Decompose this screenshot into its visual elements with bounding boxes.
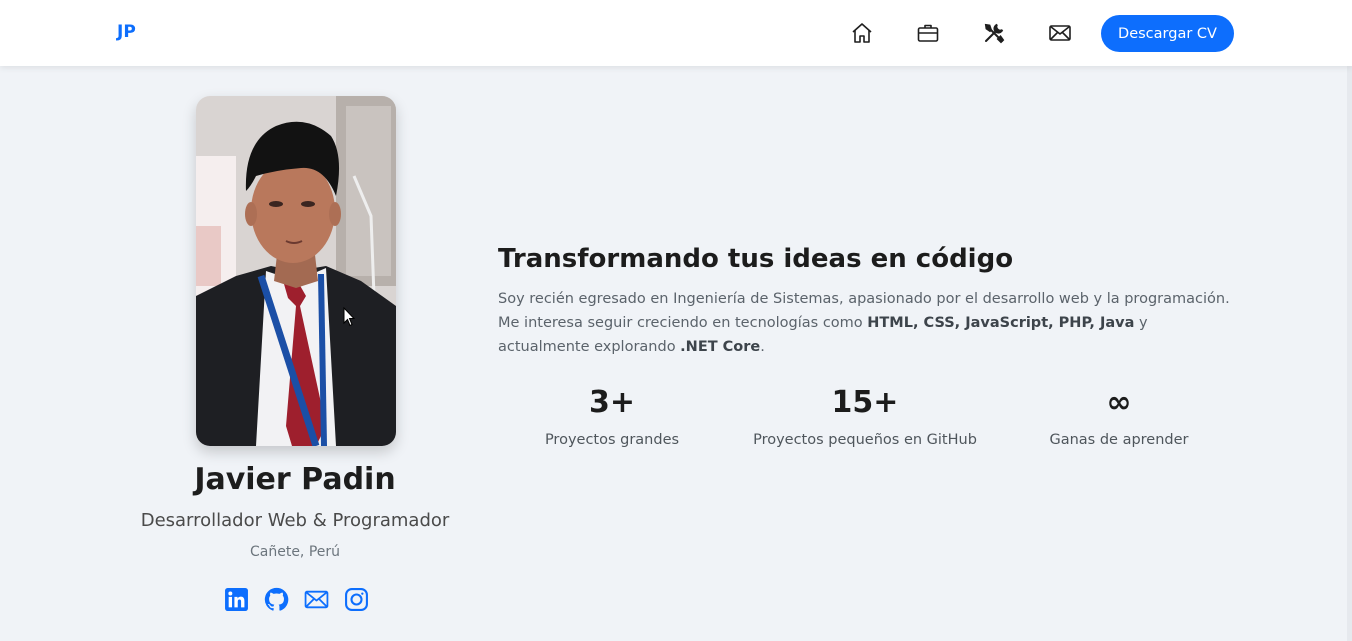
linkedin-icon[interactable] [223,586,249,612]
instagram-icon[interactable] [343,586,369,612]
stat-value: 15+ [831,385,899,420]
about-headline: Transformando tus ideas en código [498,244,1014,274]
stat-eagerness: ∞ Ganas de aprender [999,384,1239,448]
stat-label: Proyectos pequeños en GitHub [753,432,977,448]
brand-logo[interactable]: JP [117,22,136,42]
profile-role: Desarrollador Web & Programador [140,510,450,531]
profile-photo [196,96,396,446]
stat-big-projects: 3+ Proyectos grandes [492,384,732,448]
stat-label: Proyectos grandes [544,432,680,448]
stat-value: 3+ [588,385,635,420]
profile-location: Cañete, Perú [249,544,341,560]
bio-tech-list: HTML, CSS, JavaScript, PHP, Java [867,315,1135,331]
profile-name: Javier Padin [194,462,396,497]
github-icon[interactable] [263,586,289,612]
stat-label: Ganas de aprender [1049,432,1189,448]
briefcase-icon[interactable] [915,20,941,46]
stat-github-projects: 15+ Proyectos pequeños en GitHub [745,384,985,448]
scrollbar[interactable] [1347,66,1352,641]
stat-value: ∞ [1106,385,1132,420]
envelope-icon[interactable] [303,586,329,612]
tools-icon[interactable] [981,20,1007,46]
navbar: JP Descargar CV [0,0,1352,66]
house-icon[interactable] [849,20,875,46]
envelope-icon[interactable] [1047,20,1073,46]
download-cv-button[interactable]: Descargar CV [1101,15,1234,52]
bio-dotnet: .NET Core [680,339,761,355]
about-bio: Soy recién egresado en Ingeniería de Sis… [498,287,1243,359]
bio-text: . [760,339,765,355]
